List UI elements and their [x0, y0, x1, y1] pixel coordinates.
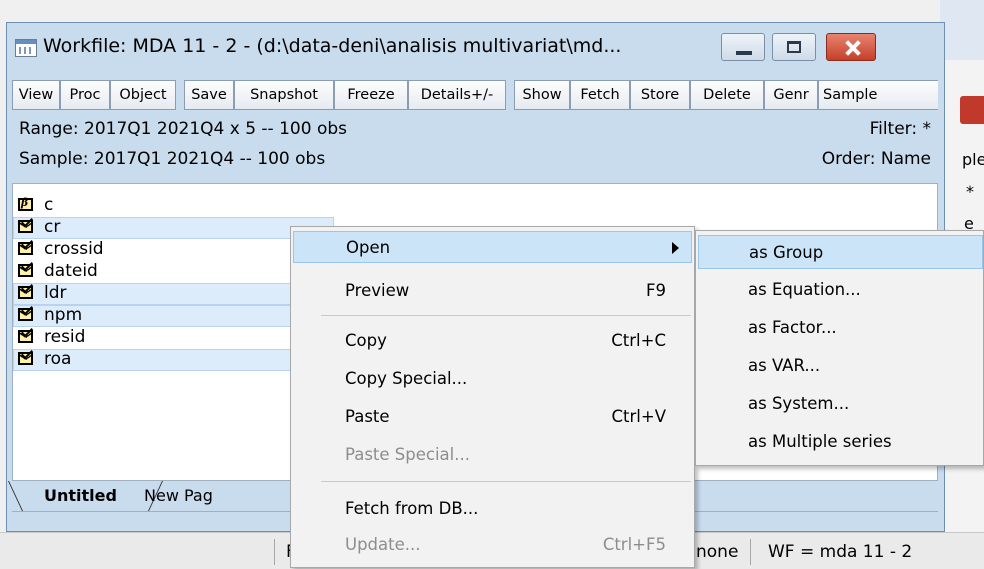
filter-text[interactable]: Filter: * [870, 119, 931, 139]
series-icon [18, 330, 33, 343]
object-name: npm [44, 305, 83, 325]
minimize-button[interactable] [721, 33, 765, 61]
tab-untitled-label: Untitled [44, 486, 117, 505]
background-text-ple: ple [962, 150, 984, 169]
menu-item-open[interactable]: Open [293, 231, 692, 263]
menu-separator [321, 315, 691, 316]
workfile-toolbar: View Proc Object Save Snapshot Freeze De… [12, 80, 938, 110]
menu-item-copy[interactable]: Copy Ctrl+C [293, 325, 692, 357]
sample-text: Sample: 2017Q1 2021Q4 -- 100 obs [19, 149, 326, 169]
submenu-item-as-equation[interactable]: as Equation... [698, 273, 983, 307]
close-button[interactable] [826, 33, 876, 61]
chevron-right-icon [672, 242, 679, 254]
coefficient-icon: β [18, 196, 33, 211]
submenu-item-as-factor[interactable]: as Factor... [698, 311, 983, 345]
series-icon [18, 286, 33, 299]
submenu-item-as-multiple-series[interactable]: as Multiple series [698, 425, 983, 459]
toolbar-store-button[interactable]: Store [630, 80, 690, 110]
menu-item-update: Update... Ctrl+F5 [345, 535, 666, 554]
order-text[interactable]: Order: Name [822, 149, 931, 169]
object-name: roa [44, 349, 72, 369]
menu-separator [321, 481, 691, 482]
series-icon [18, 264, 33, 277]
submenu-item-as-group[interactable]: as Group [698, 235, 983, 269]
background-titlebar [940, 0, 984, 60]
background-text-star: * [966, 182, 974, 201]
context-menu: Open Preview F9 Copy Ctrl+C Copy Special… [290, 226, 695, 568]
submenu-item-as-var[interactable]: as VAR... [698, 349, 983, 383]
series-icon [18, 308, 33, 321]
object-name: crossid [44, 239, 104, 259]
toolbar-delete-button[interactable]: Delete [690, 80, 764, 110]
object-name: resid [44, 327, 86, 347]
window-title: Workfile: MDA 11 - 2 - (d:\data-deni\ana… [43, 35, 622, 57]
open-submenu: as Group as Equation... as Factor... as … [695, 230, 984, 466]
toolbar-sample-button[interactable]: Sample [818, 80, 938, 110]
tab-new-page[interactable]: New Pag [144, 486, 213, 505]
menu-item-fetch-from-db[interactable]: Fetch from DB... [293, 493, 692, 525]
submenu-item-as-system[interactable]: as System... [698, 387, 983, 421]
menu-item-preview[interactable]: Preview F9 [293, 275, 692, 307]
workfile-info-panel: Range: 2017Q1 2021Q4 x 5 -- 100 obs Filt… [12, 115, 938, 177]
toolbar-genr-button[interactable]: Genr [764, 80, 818, 110]
toolbar-freeze-button[interactable]: Freeze [334, 80, 408, 110]
status-db: none [696, 542, 739, 562]
toolbar-show-button[interactable]: Show [514, 80, 570, 110]
object-name: dateid [44, 261, 98, 281]
object-name: ldr [44, 283, 67, 303]
toolbar-details-button[interactable]: Details+/- [408, 80, 506, 110]
toolbar-save-button[interactable]: Save [184, 80, 234, 110]
object-name: c [44, 195, 54, 215]
toolbar-snapshot-button[interactable]: Snapshot [234, 80, 334, 110]
menu-item-paste[interactable]: Paste Ctrl+V [293, 401, 692, 433]
maximize-button[interactable] [772, 33, 816, 61]
toolbar-proc-button[interactable]: Proc [60, 80, 110, 110]
series-icon [18, 220, 33, 233]
workfile-icon [15, 39, 37, 57]
toolbar-view-button[interactable]: View [12, 80, 60, 110]
series-icon [18, 352, 33, 365]
menu-item-paste-special: Paste Special... [345, 445, 470, 464]
range-text: Range: 2017Q1 2021Q4 x 5 -- 100 obs [19, 119, 347, 139]
object-name: cr [44, 217, 61, 237]
title-bar[interactable]: Workfile: MDA 11 - 2 - (d:\data-deni\ana… [7, 23, 944, 67]
series-icon [18, 242, 33, 255]
status-workfile: WF = mda 11 - 2 [768, 542, 913, 562]
list-item[interactable]: β c [13, 195, 413, 217]
toolbar-fetch-button[interactable]: Fetch [570, 80, 630, 110]
toolbar-object-button[interactable]: Object [110, 80, 176, 110]
background-red-button[interactable] [960, 96, 984, 124]
menu-item-copy-special[interactable]: Copy Special... [293, 363, 692, 395]
